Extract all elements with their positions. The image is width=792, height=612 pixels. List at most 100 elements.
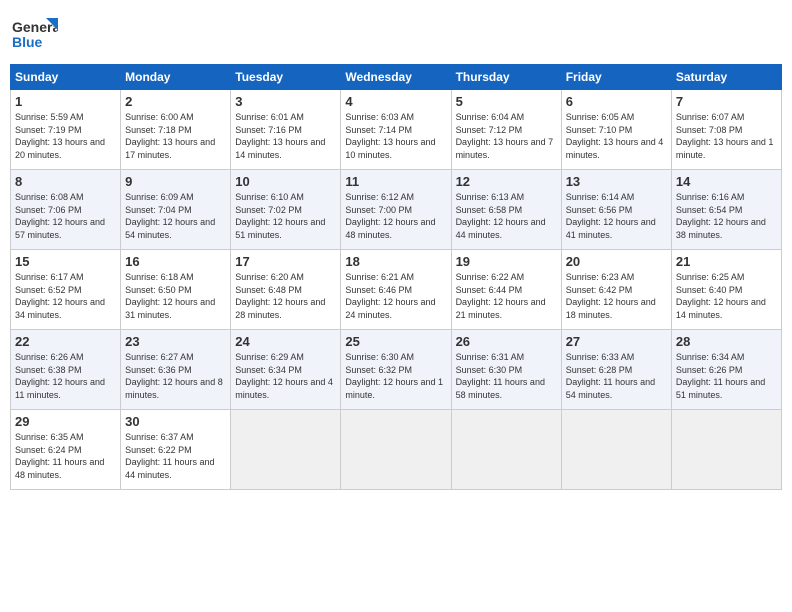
day-number: 16 xyxy=(125,254,226,269)
calendar-cell: 18 Sunrise: 6:21 AM Sunset: 6:46 PM Dayl… xyxy=(341,250,451,330)
day-number: 7 xyxy=(676,94,777,109)
calendar-cell: 1 Sunrise: 5:59 AM Sunset: 7:19 PM Dayli… xyxy=(11,90,121,170)
day-number: 6 xyxy=(566,94,667,109)
day-info: Sunrise: 6:25 AM Sunset: 6:40 PM Dayligh… xyxy=(676,271,777,321)
day-number: 20 xyxy=(566,254,667,269)
day-header-tuesday: Tuesday xyxy=(231,65,341,90)
day-number: 12 xyxy=(456,174,557,189)
day-number: 19 xyxy=(456,254,557,269)
day-number: 22 xyxy=(15,334,116,349)
calendar-cell: 19 Sunrise: 6:22 AM Sunset: 6:44 PM Dayl… xyxy=(451,250,561,330)
day-number: 25 xyxy=(345,334,446,349)
day-header-wednesday: Wednesday xyxy=(341,65,451,90)
day-header-thursday: Thursday xyxy=(451,65,561,90)
calendar-cell: 21 Sunrise: 6:25 AM Sunset: 6:40 PM Dayl… xyxy=(671,250,781,330)
calendar-cell xyxy=(561,410,671,490)
day-info: Sunrise: 6:00 AM Sunset: 7:18 PM Dayligh… xyxy=(125,111,226,161)
calendar-cell: 9 Sunrise: 6:09 AM Sunset: 7:04 PM Dayli… xyxy=(121,170,231,250)
day-number: 1 xyxy=(15,94,116,109)
calendar-cell: 2 Sunrise: 6:00 AM Sunset: 7:18 PM Dayli… xyxy=(121,90,231,170)
day-number: 15 xyxy=(15,254,116,269)
calendar-cell: 17 Sunrise: 6:20 AM Sunset: 6:48 PM Dayl… xyxy=(231,250,341,330)
day-info: Sunrise: 6:34 AM Sunset: 6:26 PM Dayligh… xyxy=(676,351,777,401)
logo: General Blue xyxy=(10,10,58,58)
day-info: Sunrise: 6:31 AM Sunset: 6:30 PM Dayligh… xyxy=(456,351,557,401)
calendar-week-row: 8 Sunrise: 6:08 AM Sunset: 7:06 PM Dayli… xyxy=(11,170,782,250)
day-number: 2 xyxy=(125,94,226,109)
day-info: Sunrise: 6:20 AM Sunset: 6:48 PM Dayligh… xyxy=(235,271,336,321)
day-number: 18 xyxy=(345,254,446,269)
calendar-cell: 13 Sunrise: 6:14 AM Sunset: 6:56 PM Dayl… xyxy=(561,170,671,250)
day-info: Sunrise: 5:59 AM Sunset: 7:19 PM Dayligh… xyxy=(15,111,116,161)
calendar-cell: 28 Sunrise: 6:34 AM Sunset: 6:26 PM Dayl… xyxy=(671,330,781,410)
day-info: Sunrise: 6:07 AM Sunset: 7:08 PM Dayligh… xyxy=(676,111,777,161)
calendar-cell: 4 Sunrise: 6:03 AM Sunset: 7:14 PM Dayli… xyxy=(341,90,451,170)
day-number: 28 xyxy=(676,334,777,349)
day-info: Sunrise: 6:21 AM Sunset: 6:46 PM Dayligh… xyxy=(345,271,446,321)
day-info: Sunrise: 6:10 AM Sunset: 7:02 PM Dayligh… xyxy=(235,191,336,241)
calendar-cell: 3 Sunrise: 6:01 AM Sunset: 7:16 PM Dayli… xyxy=(231,90,341,170)
calendar-cell xyxy=(341,410,451,490)
calendar-cell: 23 Sunrise: 6:27 AM Sunset: 6:36 PM Dayl… xyxy=(121,330,231,410)
day-info: Sunrise: 6:26 AM Sunset: 6:38 PM Dayligh… xyxy=(15,351,116,401)
day-number: 4 xyxy=(345,94,446,109)
day-info: Sunrise: 6:01 AM Sunset: 7:16 PM Dayligh… xyxy=(235,111,336,161)
calendar-header-row: SundayMondayTuesdayWednesdayThursdayFrid… xyxy=(11,65,782,90)
day-number: 3 xyxy=(235,94,336,109)
calendar-week-row: 29 Sunrise: 6:35 AM Sunset: 6:24 PM Dayl… xyxy=(11,410,782,490)
calendar-cell: 24 Sunrise: 6:29 AM Sunset: 6:34 PM Dayl… xyxy=(231,330,341,410)
day-info: Sunrise: 6:30 AM Sunset: 6:32 PM Dayligh… xyxy=(345,351,446,401)
calendar-cell xyxy=(231,410,341,490)
calendar-cell: 11 Sunrise: 6:12 AM Sunset: 7:00 PM Dayl… xyxy=(341,170,451,250)
day-number: 10 xyxy=(235,174,336,189)
day-number: 11 xyxy=(345,174,446,189)
calendar-cell: 26 Sunrise: 6:31 AM Sunset: 6:30 PM Dayl… xyxy=(451,330,561,410)
day-number: 9 xyxy=(125,174,226,189)
calendar-cell: 27 Sunrise: 6:33 AM Sunset: 6:28 PM Dayl… xyxy=(561,330,671,410)
calendar-cell: 7 Sunrise: 6:07 AM Sunset: 7:08 PM Dayli… xyxy=(671,90,781,170)
day-number: 17 xyxy=(235,254,336,269)
day-info: Sunrise: 6:12 AM Sunset: 7:00 PM Dayligh… xyxy=(345,191,446,241)
page-header: General Blue xyxy=(10,10,782,58)
day-number: 21 xyxy=(676,254,777,269)
calendar-cell xyxy=(671,410,781,490)
calendar-cell: 12 Sunrise: 6:13 AM Sunset: 6:58 PM Dayl… xyxy=(451,170,561,250)
calendar-cell: 6 Sunrise: 6:05 AM Sunset: 7:10 PM Dayli… xyxy=(561,90,671,170)
calendar-cell: 8 Sunrise: 6:08 AM Sunset: 7:06 PM Dayli… xyxy=(11,170,121,250)
day-number: 5 xyxy=(456,94,557,109)
day-info: Sunrise: 6:08 AM Sunset: 7:06 PM Dayligh… xyxy=(15,191,116,241)
day-number: 24 xyxy=(235,334,336,349)
day-info: Sunrise: 6:04 AM Sunset: 7:12 PM Dayligh… xyxy=(456,111,557,161)
day-number: 14 xyxy=(676,174,777,189)
day-info: Sunrise: 6:35 AM Sunset: 6:24 PM Dayligh… xyxy=(15,431,116,481)
day-number: 27 xyxy=(566,334,667,349)
day-info: Sunrise: 6:23 AM Sunset: 6:42 PM Dayligh… xyxy=(566,271,667,321)
day-info: Sunrise: 6:13 AM Sunset: 6:58 PM Dayligh… xyxy=(456,191,557,241)
day-info: Sunrise: 6:22 AM Sunset: 6:44 PM Dayligh… xyxy=(456,271,557,321)
calendar-cell: 29 Sunrise: 6:35 AM Sunset: 6:24 PM Dayl… xyxy=(11,410,121,490)
day-info: Sunrise: 6:14 AM Sunset: 6:56 PM Dayligh… xyxy=(566,191,667,241)
day-number: 26 xyxy=(456,334,557,349)
day-info: Sunrise: 6:18 AM Sunset: 6:50 PM Dayligh… xyxy=(125,271,226,321)
day-number: 23 xyxy=(125,334,226,349)
calendar-cell: 15 Sunrise: 6:17 AM Sunset: 6:52 PM Dayl… xyxy=(11,250,121,330)
calendar-table: SundayMondayTuesdayWednesdayThursdayFrid… xyxy=(10,64,782,490)
day-header-monday: Monday xyxy=(121,65,231,90)
day-info: Sunrise: 6:17 AM Sunset: 6:52 PM Dayligh… xyxy=(15,271,116,321)
calendar-cell: 25 Sunrise: 6:30 AM Sunset: 6:32 PM Dayl… xyxy=(341,330,451,410)
calendar-cell: 14 Sunrise: 6:16 AM Sunset: 6:54 PM Dayl… xyxy=(671,170,781,250)
calendar-cell: 20 Sunrise: 6:23 AM Sunset: 6:42 PM Dayl… xyxy=(561,250,671,330)
calendar-week-row: 1 Sunrise: 5:59 AM Sunset: 7:19 PM Dayli… xyxy=(11,90,782,170)
calendar-cell: 22 Sunrise: 6:26 AM Sunset: 6:38 PM Dayl… xyxy=(11,330,121,410)
calendar-cell: 30 Sunrise: 6:37 AM Sunset: 6:22 PM Dayl… xyxy=(121,410,231,490)
day-header-saturday: Saturday xyxy=(671,65,781,90)
day-info: Sunrise: 6:16 AM Sunset: 6:54 PM Dayligh… xyxy=(676,191,777,241)
day-number: 29 xyxy=(15,414,116,429)
logo-icon: General Blue xyxy=(10,10,58,58)
svg-text:Blue: Blue xyxy=(12,34,43,50)
day-info: Sunrise: 6:33 AM Sunset: 6:28 PM Dayligh… xyxy=(566,351,667,401)
day-info: Sunrise: 6:37 AM Sunset: 6:22 PM Dayligh… xyxy=(125,431,226,481)
day-header-friday: Friday xyxy=(561,65,671,90)
calendar-cell xyxy=(451,410,561,490)
day-info: Sunrise: 6:03 AM Sunset: 7:14 PM Dayligh… xyxy=(345,111,446,161)
